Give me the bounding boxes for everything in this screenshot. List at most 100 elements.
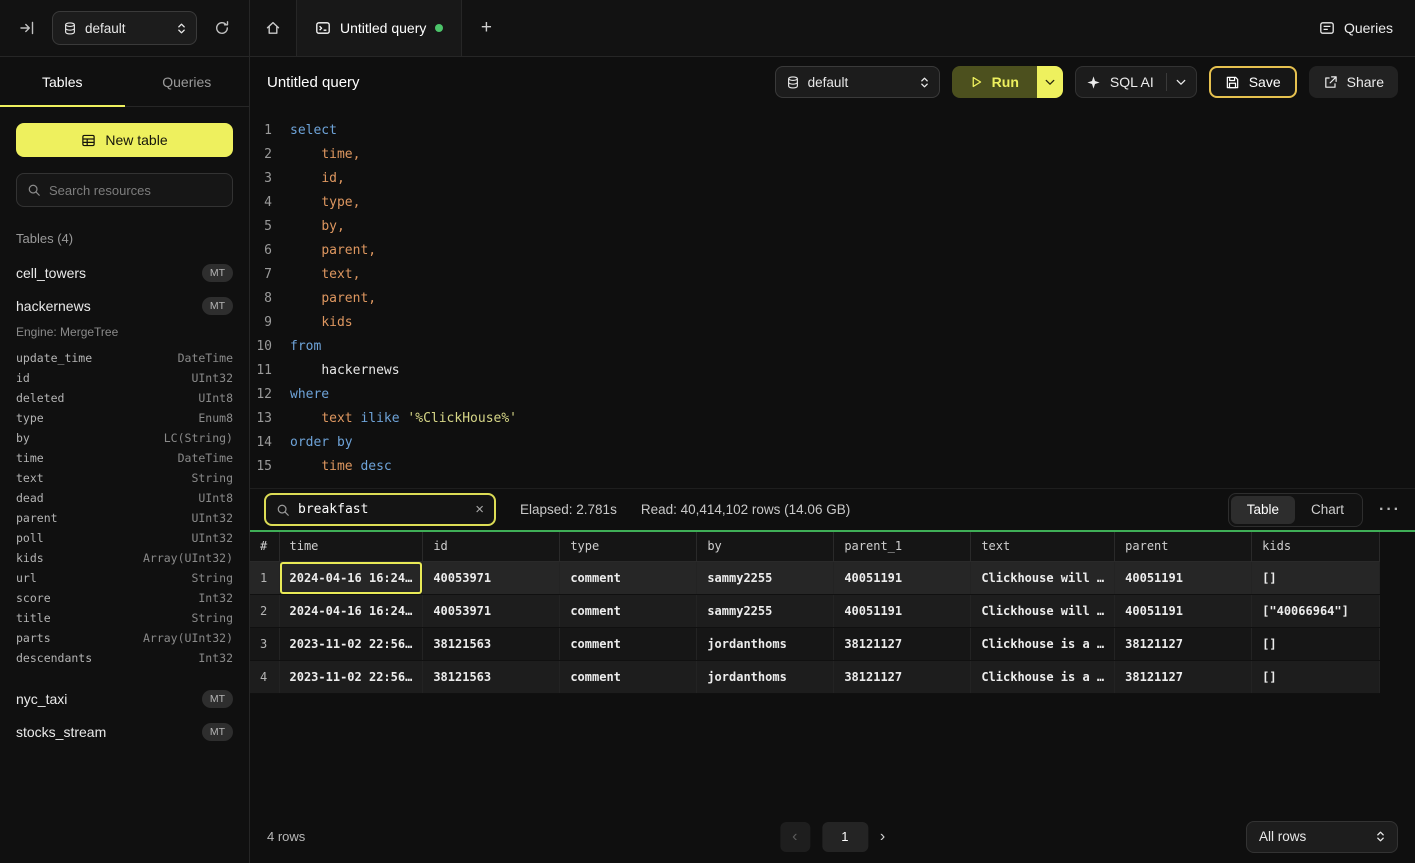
chevron-down-icon [1045, 79, 1055, 86]
column-header-by[interactable]: by [697, 532, 834, 561]
current-page-button[interactable]: 1 [822, 822, 868, 852]
column-header-type[interactable]: type [560, 532, 697, 561]
column-type: DateTime [178, 351, 233, 365]
column-type: String [191, 471, 233, 485]
sql-editor[interactable]: 1select2 time,3 id,4 type,5 by,6 parent,… [250, 107, 1415, 488]
collapse-sidebar-button[interactable] [14, 15, 40, 41]
database-icon [786, 75, 800, 90]
sidebar-tab-tables[interactable]: Tables [0, 57, 125, 106]
queries-top-button[interactable]: Queries [1319, 20, 1393, 36]
column-header-text[interactable]: text [971, 532, 1115, 561]
table-cell[interactable]: jordanthoms [697, 660, 834, 693]
unsaved-changes-dot [435, 24, 443, 32]
column-name: url [16, 571, 37, 585]
table-cell[interactable]: 40053971 [423, 561, 560, 594]
table-cell[interactable]: Clickhouse will … [971, 561, 1115, 594]
results-filter-input[interactable] [298, 502, 467, 517]
refresh-button[interactable] [209, 15, 235, 41]
table-cell[interactable]: jordanthoms [697, 627, 834, 660]
sidebar: Tables Queries New table Tables (4) cell… [0, 57, 250, 863]
column-header-parent_1[interactable]: parent_1 [834, 532, 971, 561]
share-icon [1323, 75, 1338, 90]
schema-column: urlString [0, 568, 249, 588]
new-tab-button[interactable]: + [462, 0, 510, 56]
clear-filter-button[interactable]: × [475, 502, 484, 517]
home-button[interactable] [250, 0, 296, 56]
line-content: from [290, 335, 321, 359]
search-resources-input[interactable] [49, 183, 225, 198]
column-header-#[interactable]: # [250, 532, 279, 561]
table-item-stocks_stream[interactable]: stocks_streamMT [0, 715, 249, 748]
table-cell[interactable]: Clickhouse is a … [971, 627, 1115, 660]
table-cell[interactable]: 38121127 [834, 660, 971, 693]
table-cell[interactable]: Clickhouse will … [971, 594, 1115, 627]
more-options-button[interactable]: ··· [1379, 501, 1401, 519]
table-cell[interactable]: 40051191 [834, 561, 971, 594]
table-cell[interactable]: Clickhouse is a … [971, 660, 1115, 693]
line-number: 11 [250, 359, 272, 383]
new-table-button[interactable]: New table [16, 123, 233, 157]
table-cell[interactable]: [] [1252, 561, 1380, 594]
table-cell[interactable]: 40051191 [1115, 561, 1252, 594]
table-cell[interactable]: 40053971 [423, 594, 560, 627]
table-item-hackernews[interactable]: hackernewsMT [0, 289, 249, 322]
engine-badge: MT [202, 264, 233, 282]
page-size-selector[interactable]: All rows [1246, 821, 1398, 853]
line-number: 2 [250, 143, 272, 167]
table-row: 42023-11-02 22:56…38121563commentjordant… [250, 660, 1380, 693]
column-name: update_time [16, 351, 92, 365]
table-cell[interactable]: 2024-04-16 16:24… [279, 561, 423, 594]
code-line: 4 type, [250, 191, 1415, 215]
table-item-nyc_taxi[interactable]: nyc_taxiMT [0, 682, 249, 715]
table-cell[interactable]: [] [1252, 660, 1380, 693]
view-toggle-chart[interactable]: Chart [1295, 496, 1360, 524]
view-toggle-table[interactable]: Table [1231, 496, 1295, 524]
row-number[interactable]: 2 [250, 594, 279, 627]
tab-untitled-query[interactable]: Untitled query [296, 0, 462, 56]
table-cell[interactable]: 40051191 [834, 594, 971, 627]
sidebar-tab-queries[interactable]: Queries [125, 57, 250, 106]
table-cell[interactable]: sammy2255 [697, 561, 834, 594]
table-cell[interactable]: sammy2255 [697, 594, 834, 627]
table-cell[interactable]: comment [560, 660, 697, 693]
table-item-cell_towers[interactable]: cell_towersMT [0, 256, 249, 289]
table-cell[interactable]: ["40066964"] [1252, 594, 1380, 627]
table-cell[interactable]: 2023-11-02 22:56… [279, 627, 423, 660]
row-number[interactable]: 3 [250, 627, 279, 660]
table-cell[interactable]: 38121127 [834, 627, 971, 660]
table-cell[interactable]: comment [560, 594, 697, 627]
next-page-button[interactable]: › [880, 828, 885, 846]
table-cell[interactable]: comment [560, 627, 697, 660]
sidebar-search [16, 173, 233, 207]
table-cell[interactable]: [] [1252, 627, 1380, 660]
schema-column: descendantsInt32 [0, 648, 249, 668]
header-database-selector[interactable]: default [775, 66, 940, 98]
topbar-database-selector[interactable]: default [52, 11, 197, 45]
table-name: hackernews [16, 298, 91, 314]
table-cell[interactable]: 40051191 [1115, 594, 1252, 627]
save-button[interactable]: Save [1209, 66, 1297, 98]
run-options-button[interactable] [1037, 66, 1063, 98]
row-number[interactable]: 1 [250, 561, 279, 594]
share-button[interactable]: Share [1309, 66, 1398, 98]
column-name: title [16, 611, 51, 625]
table-cell[interactable]: 2023-11-02 22:56… [279, 660, 423, 693]
prev-page-button[interactable]: ‹ [780, 822, 810, 852]
column-type: UInt32 [191, 511, 233, 525]
sql-ai-button[interactable]: SQL AI [1075, 66, 1197, 98]
results-filter: × [264, 493, 496, 526]
column-header-parent[interactable]: parent [1115, 532, 1252, 561]
table-cell[interactable]: 38121563 [423, 627, 560, 660]
table-cell[interactable]: 2024-04-16 16:24… [279, 594, 423, 627]
table-cell[interactable]: 38121127 [1115, 660, 1252, 693]
table-cell[interactable]: 38121563 [423, 660, 560, 693]
query-header: Untitled query default Run [250, 57, 1415, 107]
home-icon [265, 20, 281, 36]
column-header-kids[interactable]: kids [1252, 532, 1380, 561]
column-header-time[interactable]: time [279, 532, 423, 561]
table-cell[interactable]: comment [560, 561, 697, 594]
run-button[interactable]: Run [952, 66, 1037, 98]
column-header-id[interactable]: id [423, 532, 560, 561]
row-number[interactable]: 4 [250, 660, 279, 693]
table-cell[interactable]: 38121127 [1115, 627, 1252, 660]
